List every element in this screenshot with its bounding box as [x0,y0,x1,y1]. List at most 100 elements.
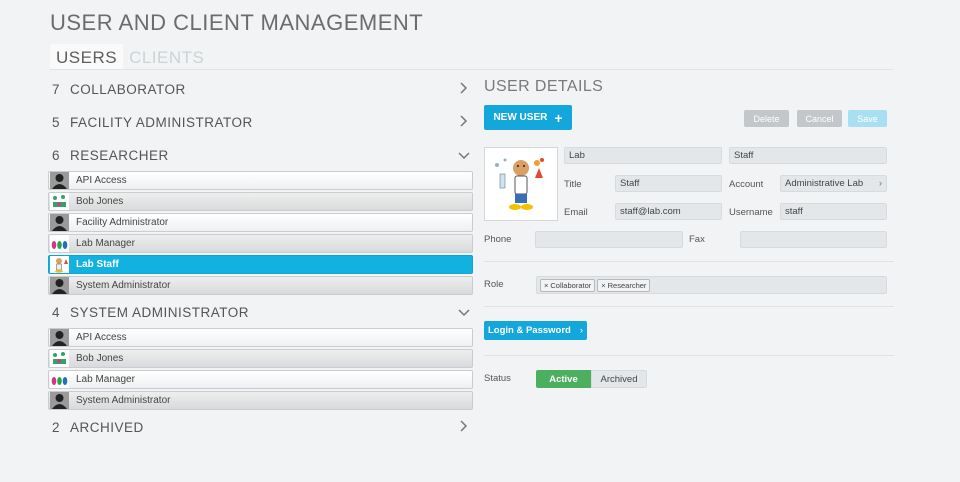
chevron-right-icon: › [579,325,584,336]
group-name: FACILITY ADMINISTRATOR [70,114,253,130]
lab-drops-avatar-icon [50,235,69,252]
status-active-option[interactable]: Active [536,370,591,388]
group-header[interactable]: 2 ARCHIVED [48,416,473,438]
user-row[interactable]: System Administrator [48,391,473,410]
chevron-right-icon[interactable] [455,81,473,98]
chevron-down-icon[interactable] [455,147,473,164]
remove-icon[interactable]: × [544,281,548,290]
user-name: Lab Manager [76,374,135,385]
new-user-label: NEW USER [493,112,548,123]
chevron-down-icon[interactable] [455,304,473,321]
user-group-list: 7 COLLABORATOR 5 FACILITY ADMINISTRATOR 6 RES… [48,78,473,449]
user-list: API Access Bob Jones Facility Administrato… [48,171,473,295]
user-row[interactable]: API Access [48,171,473,190]
silhouette-avatar-icon [50,277,69,294]
account-select[interactable]: Administrative Lab › [780,175,887,192]
user-row[interactable]: Lab Manager [48,234,473,253]
user-row[interactable]: System Administrator [48,276,473,295]
user-name: API Access [76,175,127,186]
role-chip[interactable]: × Collaborator [540,278,596,292]
last-name-field[interactable]: Staff [729,147,887,164]
scientist-avatar-icon [50,256,69,273]
group-count: 2 [52,419,61,435]
group-header[interactable]: 5 FACILITY ADMINISTRATOR [48,111,473,133]
title-field[interactable]: Staff [615,175,722,192]
silhouette-avatar-icon [50,392,69,409]
group-name: COLLABORATOR [70,81,186,97]
chevron-right-icon[interactable] [455,114,473,131]
role-chip-label: Researcher [607,280,647,290]
user-photo[interactable] [484,147,558,221]
silhouette-avatar-icon [50,172,69,189]
group-count: 4 [52,304,61,320]
first-name-field[interactable]: Lab [564,147,722,164]
group-name: RESEARCHER [70,147,169,163]
role-chip-label: Collaborator [550,280,592,290]
silhouette-avatar-icon [50,329,69,346]
bob-avatar-icon [50,193,69,210]
role-label: Role [484,279,504,290]
user-details-title: USER DETAILS [484,78,604,95]
status-toggle: Active Archived [536,370,647,388]
account-value: Administrative Lab [785,178,864,189]
divider [484,306,894,307]
user-row[interactable]: API Access [48,328,473,347]
user-name: Bob Jones [76,353,124,364]
bob-avatar-icon [50,350,69,367]
title-label: Title [564,179,582,190]
user-name: Lab Manager [76,238,135,249]
phone-field[interactable] [535,231,683,248]
plus-icon: + [554,109,563,126]
group-header[interactable]: 6 RESEARCHER [48,144,473,166]
user-name: Facility Administrator [76,217,169,228]
username-label: Username [729,207,773,218]
group-count: 6 [52,147,61,163]
remove-icon[interactable]: × [601,281,605,290]
email-label: Email [564,207,588,218]
new-user-button[interactable]: NEW USER + [484,105,572,130]
cancel-button[interactable]: Cancel [797,110,842,127]
chevron-right-icon[interactable] [455,419,473,436]
login-password-button[interactable]: Login & Password › [484,321,587,340]
account-label: Account [729,179,764,190]
user-row[interactable]: Bob Jones [48,192,473,211]
scientist-photo-icon [495,158,544,210]
group-name: ARCHIVED [70,419,144,435]
phone-label: Phone [484,234,512,245]
group-header-text: 5 FACILITY ADMINISTRATOR [52,115,253,130]
user-row[interactable]: Bob Jones [48,349,473,368]
save-button[interactable]: Save [848,110,887,127]
tab-bar: USERS CLIENTS [50,44,210,70]
email-field[interactable]: staff@lab.com [615,203,722,220]
role-field[interactable]: × Collaborator × Researcher [536,276,887,294]
user-list: API Access Bob Jones Lab Manager System Adm… [48,328,473,410]
role-chip[interactable]: × Researcher [597,278,651,292]
tab-clients[interactable]: CLIENTS [123,44,210,70]
user-row[interactable]: Lab Staff [48,255,473,274]
user-name: Bob Jones [76,196,124,207]
username-field[interactable]: staff [780,203,887,220]
divider [484,261,894,262]
user-name: System Administrator [76,395,171,406]
delete-button[interactable]: Delete [744,110,789,127]
divider [484,355,894,356]
user-details-panel: USER DETAILS NEW USER + Delete Cancel Sa… [484,78,894,388]
group-header[interactable]: 7 COLLABORATOR [48,78,473,100]
fax-field[interactable] [740,231,887,248]
user-name: System Administrator [76,280,171,291]
status-label: Status [484,373,511,384]
lab-drops-avatar-icon [50,371,69,388]
tab-users[interactable]: USERS [50,44,124,70]
fax-label: Fax [689,234,705,245]
login-password-label: Login & Password [487,325,571,336]
group-header[interactable]: 4 SYSTEM ADMINISTRATOR [48,301,473,323]
user-row[interactable]: Facility Administrator [48,213,473,232]
user-name: Lab Staff [76,259,119,270]
user-row[interactable]: Lab Manager [48,370,473,389]
group-header-text: 7 COLLABORATOR [52,82,186,97]
group-count: 5 [52,114,61,130]
group-header-text: 6 RESEARCHER [52,148,169,163]
status-archived-option[interactable]: Archived [591,370,647,388]
chevron-right-icon: › [878,178,882,189]
page-title: USER AND CLIENT MANAGEMENT [50,10,424,35]
